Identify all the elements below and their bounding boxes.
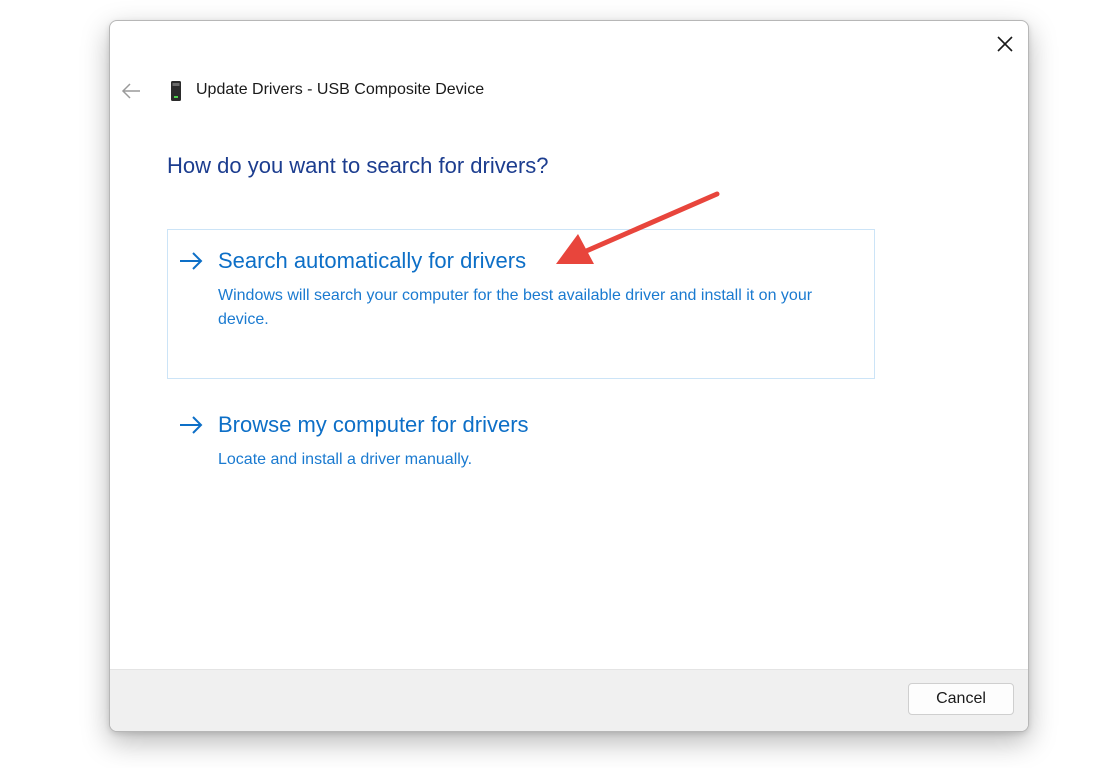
dialog-footer: Cancel bbox=[110, 669, 1028, 731]
page-heading: How do you want to search for drivers? bbox=[167, 153, 549, 178]
cancel-button[interactable]: Cancel bbox=[908, 683, 1014, 715]
usb-device-icon bbox=[169, 80, 183, 102]
browse-computer-option[interactable]: Browse my computer for drivers Locate an… bbox=[167, 393, 875, 503]
option-title: Browse my computer for drivers bbox=[218, 412, 529, 437]
option-description: Locate and install a driver manually. bbox=[218, 451, 473, 468]
update-drivers-dialog: Update Drivers - USB Composite Device Ho… bbox=[109, 20, 1029, 732]
arrow-right-icon bbox=[180, 252, 203, 270]
window-title: Update Drivers - USB Composite Device bbox=[196, 81, 485, 98]
close-icon bbox=[997, 36, 1013, 52]
arrow-right-icon bbox=[180, 416, 203, 434]
close-button[interactable] bbox=[994, 33, 1016, 55]
back-arrow-icon bbox=[121, 83, 140, 99]
option-title: Search automatically for drivers bbox=[218, 248, 527, 273]
option-description: Windows will search your computer for th… bbox=[218, 287, 813, 328]
search-automatically-option[interactable]: Search automatically for drivers Windows… bbox=[167, 229, 875, 379]
back-button[interactable] bbox=[120, 81, 142, 101]
